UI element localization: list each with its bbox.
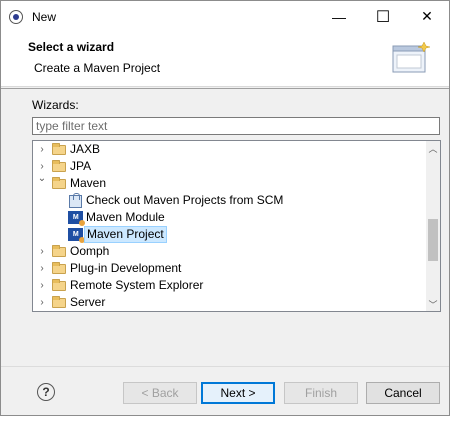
tree-item-jpa[interactable]: › JPA bbox=[33, 158, 426, 175]
wizard-tree[interactable]: › JAXB › JPA ⌄ Maven Check out Maven Pro… bbox=[32, 140, 441, 312]
window-title: New bbox=[32, 10, 57, 24]
new-wizard-dialog: New — ☐ ✕ Select a wizard Create a Maven… bbox=[0, 0, 450, 416]
expand-icon[interactable]: › bbox=[37, 144, 47, 155]
tree-item-remote-system-explorer[interactable]: › Remote System Explorer bbox=[33, 277, 426, 294]
folder-icon bbox=[52, 160, 66, 172]
help-button[interactable]: ? bbox=[37, 383, 55, 401]
tree-item-label: Remote System Explorer bbox=[70, 278, 204, 292]
tree-scrollbar[interactable]: ︿ ﹀ bbox=[426, 141, 440, 311]
finish-button[interactable]: Finish bbox=[284, 382, 358, 404]
folder-icon bbox=[52, 143, 66, 155]
maven-project-icon: M bbox=[68, 228, 85, 243]
scroll-up-icon[interactable]: ︿ bbox=[426, 141, 440, 155]
back-button[interactable]: < Back bbox=[123, 382, 197, 404]
next-button[interactable]: Next > bbox=[201, 382, 275, 404]
wizards-label: Wizards: bbox=[32, 98, 79, 112]
minimize-button[interactable]: — bbox=[317, 1, 361, 32]
folder-icon bbox=[52, 279, 66, 291]
folder-open-icon bbox=[52, 177, 66, 189]
tree-item-label: JPA bbox=[70, 159, 92, 173]
tree-item-label: Maven Module bbox=[86, 210, 165, 224]
tree-item-label: Server bbox=[70, 295, 106, 309]
folder-icon bbox=[52, 245, 66, 257]
tree-item-label: Maven Project bbox=[84, 226, 167, 243]
page-title: Select a wizard bbox=[28, 40, 115, 54]
scm-checkout-icon bbox=[69, 193, 82, 208]
scroll-down-icon[interactable]: ﹀ bbox=[426, 297, 440, 311]
tree-item-maven[interactable]: ⌄ Maven bbox=[33, 173, 426, 192]
maximize-button[interactable]: ☐ bbox=[361, 1, 405, 32]
page-description: Create a Maven Project bbox=[34, 61, 161, 75]
wizard-banner-icon bbox=[392, 41, 431, 73]
expand-icon[interactable]: › bbox=[37, 297, 47, 308]
wizard-header: Select a wizard Create a Maven Project bbox=[1, 32, 449, 87]
tree-item-maven-project[interactable]: M Maven Project bbox=[33, 226, 426, 243]
expand-icon[interactable]: › bbox=[37, 246, 47, 257]
tree-item-jaxb[interactable]: › JAXB bbox=[33, 141, 426, 158]
tree-item-label: JAXB bbox=[70, 142, 101, 156]
tree-item-oomph[interactable]: › Oomph bbox=[33, 243, 426, 260]
folder-icon bbox=[52, 296, 66, 308]
expand-icon[interactable]: › bbox=[37, 280, 47, 291]
tree-item-checkout-scm[interactable]: Check out Maven Projects from SCM bbox=[33, 192, 426, 209]
expand-icon[interactable]: › bbox=[37, 161, 47, 172]
filter-input[interactable] bbox=[32, 117, 440, 135]
cancel-button[interactable]: Cancel bbox=[366, 382, 440, 404]
tree-item-label: Plug-in Development bbox=[70, 261, 182, 275]
button-bar-divider bbox=[1, 366, 449, 367]
scrollbar-thumb[interactable] bbox=[428, 219, 438, 261]
tree-item-plugin-development[interactable]: › Plug-in Development bbox=[33, 260, 426, 277]
folder-icon bbox=[52, 262, 66, 274]
expand-icon[interactable]: › bbox=[37, 263, 47, 274]
tree-item-label: Check out Maven Projects from SCM bbox=[86, 193, 284, 207]
tree-item-maven-module[interactable]: M Maven Module bbox=[33, 209, 426, 226]
maven-module-icon: M bbox=[68, 211, 85, 226]
header-divider bbox=[1, 88, 449, 89]
collapse-icon[interactable]: ⌄ bbox=[37, 173, 47, 184]
tree-item-label: Oomph bbox=[70, 244, 110, 258]
title-bar: New — ☐ ✕ bbox=[1, 1, 449, 32]
eclipse-icon bbox=[9, 10, 23, 24]
close-button[interactable]: ✕ bbox=[405, 1, 449, 32]
tree-item-server[interactable]: › Server bbox=[33, 294, 426, 311]
tree-item-label: Maven bbox=[70, 176, 107, 190]
